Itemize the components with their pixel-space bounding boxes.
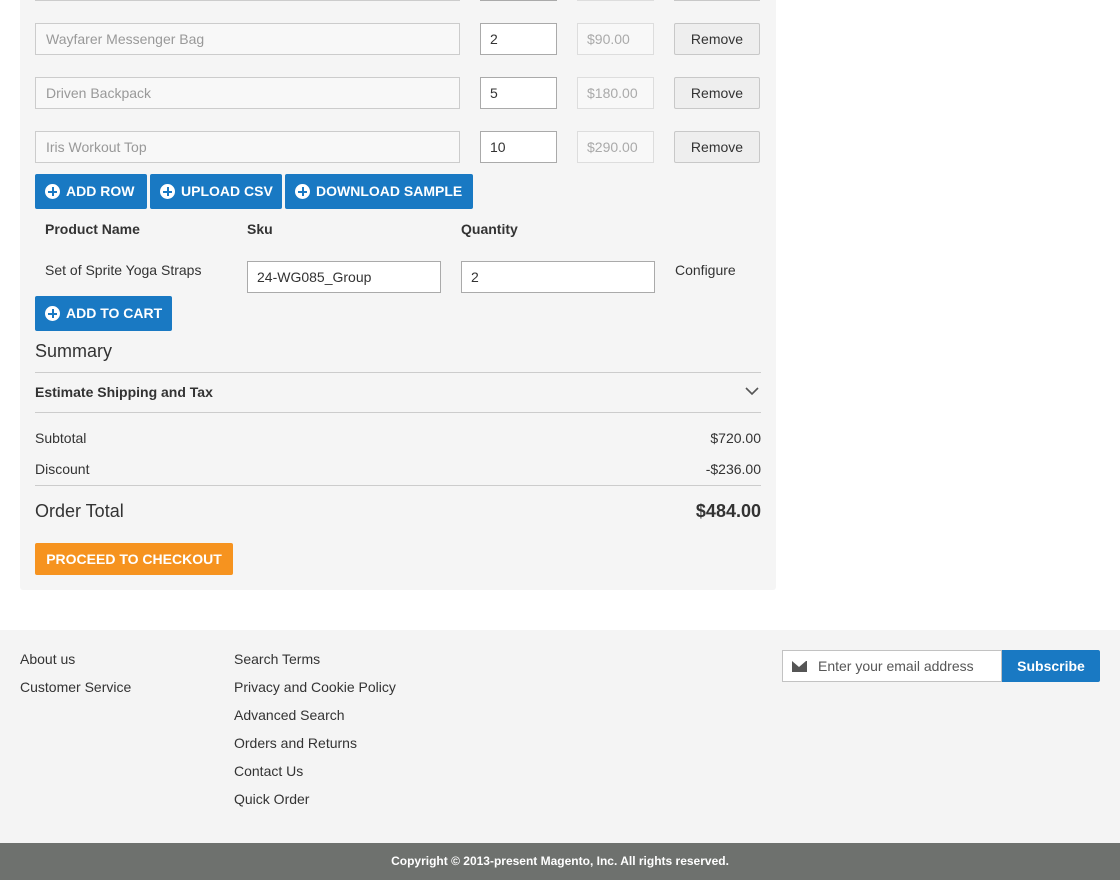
newsletter-email-field[interactable]: Enter your email address bbox=[782, 650, 1002, 682]
quantity-header: Quantity bbox=[461, 221, 518, 237]
subtotal-label: Subtotal bbox=[35, 430, 87, 446]
estimate-shipping-toggle[interactable]: Estimate Shipping and Tax bbox=[35, 384, 761, 404]
copyright-text: Copyright © 2013-present Magento, Inc. A… bbox=[391, 854, 729, 868]
footer-link-privacy-policy[interactable]: Privacy and Cookie Policy bbox=[234, 679, 396, 695]
product-name-field[interactable]: Iris Workout Top bbox=[35, 131, 460, 163]
chevron-down-icon[interactable] bbox=[745, 386, 759, 396]
plus-circle-icon bbox=[45, 184, 60, 199]
row-partial-product bbox=[35, 0, 460, 1]
copyright-bar: Copyright © 2013-present Magento, Inc. A… bbox=[0, 843, 1120, 880]
order-total-label: Order Total bbox=[35, 501, 124, 521]
upload-csv-button[interactable]: UPLOAD CSV bbox=[150, 174, 282, 209]
row-partial-qty bbox=[480, 0, 557, 1]
footer-link-orders-returns[interactable]: Orders and Returns bbox=[234, 735, 357, 751]
product-name-header: Product Name bbox=[45, 221, 140, 237]
footer-link-advanced-search[interactable]: Advanced Search bbox=[234, 707, 345, 723]
footer-link-about-us[interactable]: About us bbox=[20, 651, 75, 667]
product-name-field[interactable]: Driven Backpack bbox=[35, 77, 460, 109]
quantity-field[interactable]: 5 bbox=[480, 77, 557, 109]
sku-input[interactable]: 24-WG085_Group bbox=[247, 261, 441, 293]
add-row-button[interactable]: ADD ROW bbox=[35, 174, 147, 209]
envelope-icon bbox=[792, 661, 807, 672]
plus-circle-icon bbox=[160, 184, 175, 199]
subscribe-button[interactable]: Subscribe bbox=[1002, 650, 1100, 682]
product-name-field[interactable]: Wayfarer Messenger Bag bbox=[35, 23, 460, 55]
discount-label: Discount bbox=[35, 461, 90, 477]
quantity-field[interactable]: 2 bbox=[480, 23, 557, 55]
proceed-to-checkout-button[interactable]: PROCEED TO CHECKOUT bbox=[35, 543, 233, 575]
remove-button[interactable]: Remove bbox=[674, 77, 760, 109]
add-to-cart-button[interactable]: ADD TO CART bbox=[35, 296, 172, 331]
discount-value: -$236.00 bbox=[705, 461, 761, 477]
footer-link-search-terms[interactable]: Search Terms bbox=[234, 651, 320, 667]
download-sample-label: DOWNLOAD SAMPLE bbox=[316, 183, 463, 199]
price-field: $290.00 bbox=[577, 131, 654, 163]
divider bbox=[35, 485, 761, 486]
summary-title: Summary bbox=[35, 341, 113, 361]
plus-circle-icon bbox=[295, 184, 310, 199]
add-to-cart-label: ADD TO CART bbox=[66, 305, 163, 321]
divider bbox=[35, 372, 761, 373]
price-field: $180.00 bbox=[577, 77, 654, 109]
row-partial-price bbox=[577, 0, 654, 1]
footer-link-quick-order[interactable]: Quick Order bbox=[234, 791, 309, 807]
order-total-value: $484.00 bbox=[695, 501, 761, 521]
grouped-quantity-input[interactable]: 2 bbox=[461, 261, 655, 293]
plus-circle-icon bbox=[45, 306, 60, 321]
email-placeholder: Enter your email address bbox=[818, 658, 974, 674]
footer-link-customer-service[interactable]: Customer Service bbox=[20, 679, 131, 695]
sku-header: Sku bbox=[247, 221, 273, 237]
download-sample-button[interactable]: DOWNLOAD SAMPLE bbox=[285, 174, 473, 209]
quantity-field[interactable]: 10 bbox=[480, 131, 557, 163]
remove-button[interactable]: Remove bbox=[674, 131, 760, 163]
grouped-product-name: Set of Sprite Yoga Straps bbox=[45, 262, 202, 278]
divider bbox=[35, 412, 761, 413]
subtotal-value: $720.00 bbox=[710, 430, 761, 446]
remove-button[interactable]: Remove bbox=[674, 23, 760, 55]
configure-link[interactable]: Configure bbox=[675, 262, 736, 278]
row-partial-remove bbox=[674, 0, 760, 1]
upload-csv-label: UPLOAD CSV bbox=[181, 183, 273, 199]
footer-link-contact-us[interactable]: Contact Us bbox=[234, 763, 303, 779]
price-field: $90.00 bbox=[577, 23, 654, 55]
estimate-shipping-label: Estimate Shipping and Tax bbox=[35, 384, 213, 400]
add-row-label: ADD ROW bbox=[66, 183, 135, 199]
